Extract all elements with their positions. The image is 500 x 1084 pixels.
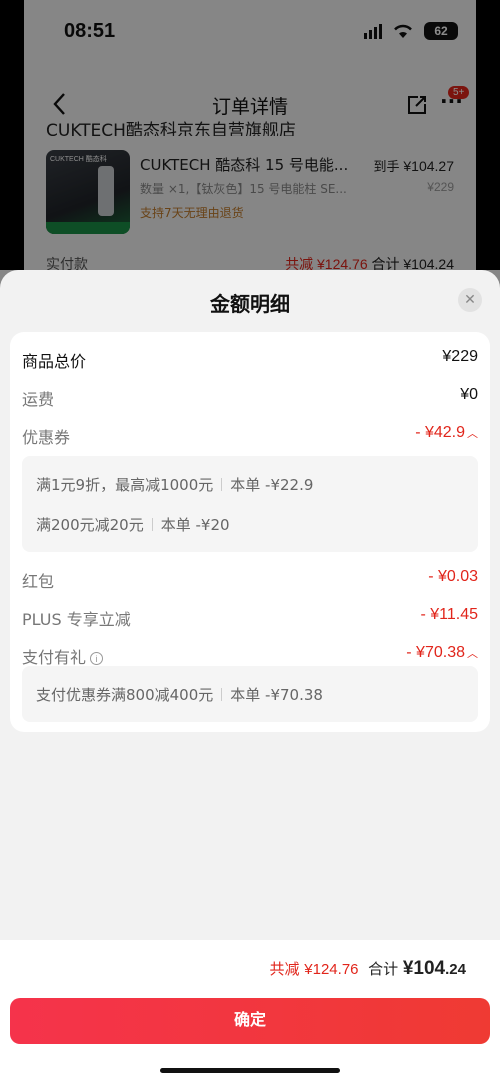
info-icon[interactable]: i bbox=[90, 652, 104, 665]
coupon-detail-2: 满200元减20元 本单 -¥20 bbox=[36, 516, 230, 534]
footer-total: 共减 ¥124.76 合计 ¥104.24 bbox=[269, 958, 466, 979]
coupon-detail-box: 满1元9折，最高减1000元 本单 -¥22.9 满200元减20元 本单 -¥20 bbox=[22, 456, 478, 552]
row-pay-gift[interactable]: 支付有礼 i - ¥70.38 ︿ bbox=[22, 644, 478, 668]
chevron-up-icon[interactable]: ︿ bbox=[467, 425, 478, 441]
row-shipping: 运费 ¥0 bbox=[22, 386, 478, 409]
coupon-detail-1: 满1元9折，最高减1000元 本单 -¥22.9 bbox=[36, 476, 314, 494]
chevron-up-icon[interactable]: ︿ bbox=[467, 645, 478, 661]
screen-frame-right bbox=[476, 0, 500, 270]
sheet-title: 金额明细 bbox=[210, 292, 290, 316]
footer-bar: 共减 ¥124.76 合计 ¥104.24 确定 bbox=[0, 940, 500, 1084]
pay-gift-detail-box: 支付优惠券满800减400元 本单 -¥70.38 bbox=[22, 666, 478, 722]
row-coupon[interactable]: 优惠券 - ¥42.9 ︿ bbox=[22, 424, 478, 448]
pay-gift-detail-1: 支付优惠券满800减400元 本单 -¥70.38 bbox=[36, 686, 323, 704]
home-indicator bbox=[160, 1068, 340, 1073]
amount-card: 商品总价 ¥229 运费 ¥0 优惠券 - ¥42.9 ︿ 满1元9折，最高减10… bbox=[10, 332, 490, 732]
close-icon[interactable]: ✕ bbox=[458, 288, 482, 312]
row-red-packet: 红包 - ¥0.03 bbox=[22, 568, 478, 591]
row-goods-total: 商品总价 ¥229 bbox=[22, 348, 478, 371]
confirm-button[interactable]: 确定 bbox=[10, 998, 490, 1044]
row-plus: PLUS 专享立减 - ¥11.45 bbox=[22, 606, 478, 629]
screen-frame-left bbox=[0, 0, 24, 270]
